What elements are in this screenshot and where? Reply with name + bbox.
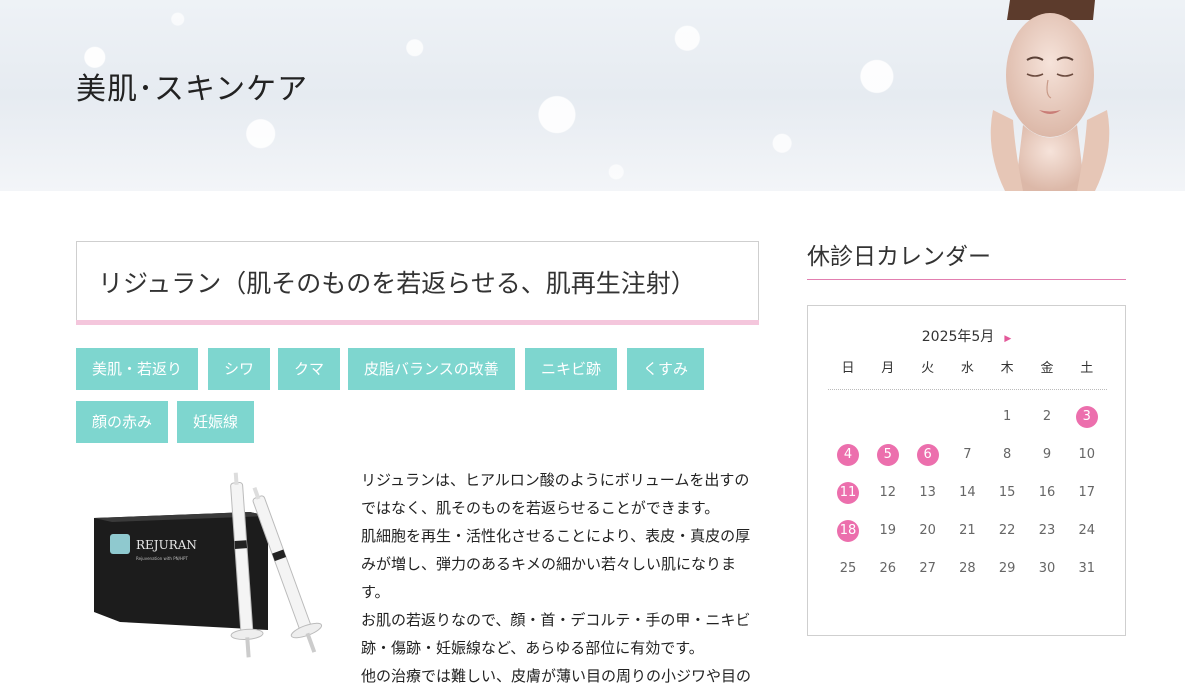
tag-sebum-balance[interactable]: 皮脂バランスの改善	[348, 348, 515, 390]
weekday-header: 日	[841, 361, 855, 376]
sidebar-title: 休診日カレンダー	[807, 237, 1126, 280]
calendar-day: 14	[959, 485, 976, 500]
calendar-day-closed: 11	[837, 482, 859, 504]
weekday-header: 金	[1040, 361, 1054, 376]
calendar-day: 26	[879, 561, 897, 576]
calendar-day-closed: 18	[837, 520, 859, 542]
holiday-calendar: 2025年5月 ▶ 日月火水木金土 1 2 3 4 5 6 7 8 9 10 11 12 13 14 15 16 1…	[807, 305, 1126, 636]
calendar-day: 16	[1038, 485, 1056, 500]
weekday-header: 水	[960, 361, 974, 376]
calendar-day: 22	[998, 523, 1016, 538]
weekday-header: 土	[1080, 361, 1094, 376]
calendar-header: 2025年5月 ▶	[808, 326, 1125, 346]
model-face-image	[990, 0, 1110, 191]
calendar-day: 21	[959, 523, 976, 538]
article-title-box: リジュラン（肌そのものを若返らせる、肌再生注射）	[76, 241, 759, 325]
calendar-day: 30	[1038, 561, 1056, 576]
tag-dullness[interactable]: くすみ	[627, 348, 705, 390]
tag-dark-circles[interactable]: クマ	[278, 348, 341, 390]
weekday-header: 木	[1000, 361, 1014, 376]
article-title: リジュラン（肌そのものを若返らせる、肌再生注射）	[98, 269, 696, 298]
calendar-day: 10	[1078, 447, 1096, 462]
calendar-day: 20	[919, 523, 936, 538]
calendar-day: 2	[1042, 409, 1052, 424]
calendar-day: 17	[1078, 485, 1096, 500]
tag-acne-scars[interactable]: ニキビ跡	[525, 348, 618, 390]
product-image: REJURAN Rejuvenation with PN/HPT	[94, 472, 323, 658]
calendar-day: 27	[919, 561, 936, 576]
calendar-day: 12	[879, 485, 897, 500]
product-brand-label: REJURAN	[136, 538, 197, 552]
calendar-day: 8	[1003, 447, 1012, 462]
tag-stretch-marks[interactable]: 妊娠線	[177, 401, 255, 443]
body-paragraph: リジュランは、ヒアルロン酸のようにボリュームを出すのではなく、肌そのものを若返ら…	[361, 471, 750, 517]
calendar-day-closed: 6	[916, 444, 939, 466]
calendar-day: 28	[959, 561, 976, 576]
body-paragraph: お肌の若返りなので、顔・首・デコルテ・手の甲・ニキビ跡・傷跡・妊娠線など、あらゆ…	[361, 611, 751, 657]
tag-wrinkles[interactable]: シワ	[208, 348, 271, 390]
calendar-day: 25	[839, 561, 857, 576]
calendar-divider	[828, 389, 1107, 390]
calendar-day: 9	[1042, 447, 1052, 462]
body-paragraph: 肌細胞を再生・活性化させることにより、表皮・真皮の厚みが増し、弾力のあるキメの細…	[361, 527, 751, 601]
calendar-day: 15	[998, 485, 1016, 500]
hero-banner: 美肌･スキンケア	[0, 0, 1185, 191]
calendar-day: 13	[919, 485, 936, 500]
page-title: 美肌･スキンケア	[76, 72, 309, 107]
article-body: リジュランは、ヒアルロン酸のようにボリュームを出すのではなく、肌そのものを若返ら…	[361, 466, 756, 690]
product-sublabel: Rejuvenation with PN/HPT	[136, 556, 188, 561]
calendar-day-closed: 5	[876, 444, 899, 466]
weekday-header: 月	[881, 361, 895, 376]
calendar-day: 7	[963, 447, 972, 462]
tag-facial-redness[interactable]: 顔の赤み	[76, 401, 169, 443]
calendar-day: 23	[1038, 523, 1056, 538]
calendar-day: 31	[1078, 561, 1096, 576]
next-month-arrow-icon[interactable]: ▶	[1004, 334, 1011, 344]
calendar-day: 19	[879, 523, 897, 538]
article: リジュラン（肌そのものを若返らせる、肌再生注射） 美肌・若返り シワ クマ 皮脂…	[76, 241, 759, 685]
calendar-month-label: 2025年5月	[921, 329, 995, 345]
weekday-header: 火	[921, 361, 935, 376]
calendar-day-closed: 4	[837, 444, 859, 466]
calendar-day: 1	[1003, 409, 1012, 424]
calendar-day: 29	[998, 561, 1016, 576]
tag-skin-rejuvenation[interactable]: 美肌・若返り	[76, 348, 199, 390]
sidebar: 休診日カレンダー 2025年5月 ▶ 日月火水木金土 1 2 3 4 5 6 7 8 9 10 11 12…	[807, 237, 1126, 636]
calendar-day: 24	[1078, 523, 1096, 538]
calendar-day-closed: 3	[1075, 406, 1098, 428]
